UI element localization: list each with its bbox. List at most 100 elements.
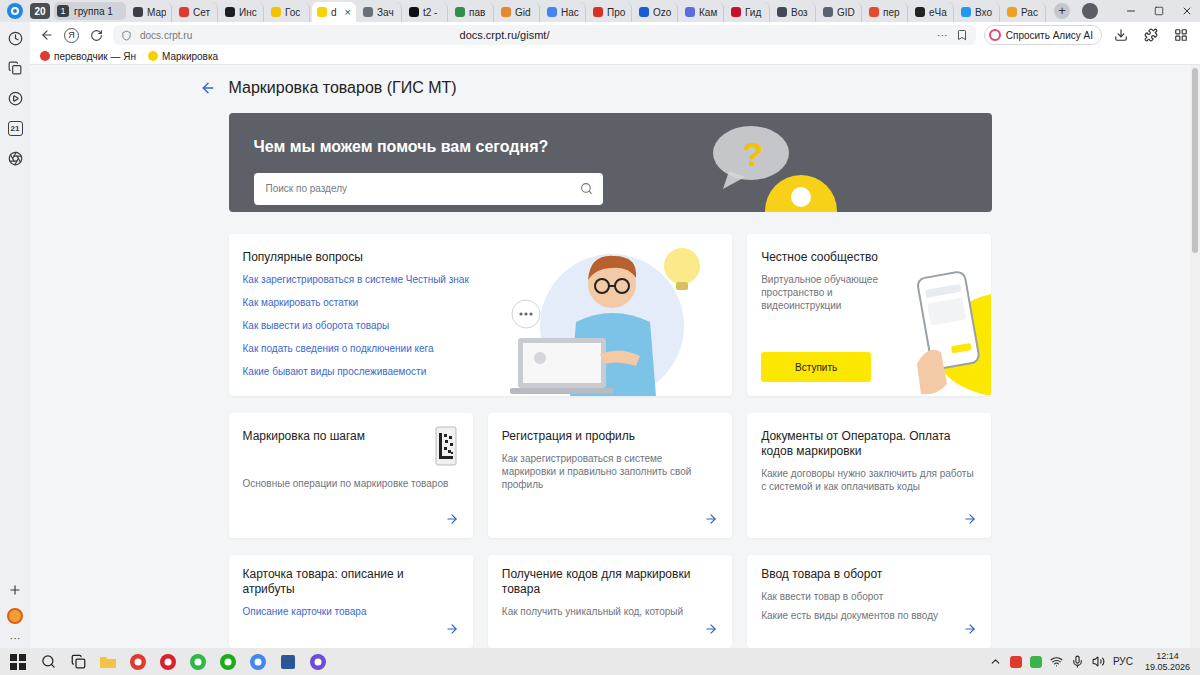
tab-group[interactable]: 1группа 1 [54,2,126,20]
taskbar-app[interactable] [98,652,118,672]
back-button[interactable] [38,26,56,44]
taskbar-app[interactable] [128,652,148,672]
yandex-button[interactable]: Я [64,28,79,43]
question-link[interactable]: Как зарегистрироваться в системе Честный… [243,273,469,286]
taskbar-app[interactable] [158,652,178,672]
open-section-button[interactable] [963,512,977,526]
scrollbar[interactable] [1190,65,1200,648]
search-input[interactable] [264,182,572,195]
browser-tab[interactable]: Гос [266,2,310,22]
bookmark-item[interactable]: Маркировка [148,51,218,62]
add-panel-button[interactable] [5,580,25,600]
address-more[interactable]: ··· [937,29,948,41]
open-section-button[interactable] [704,622,718,636]
phone-in-hand-icon [907,234,991,396]
tabs-button[interactable] [5,58,25,78]
browser-tab[interactable]: t2 - [404,2,448,22]
taskbar-app[interactable] [308,652,328,672]
history-button[interactable] [5,28,25,48]
page-back-button[interactable] [200,80,216,96]
browser-tab[interactable]: Мар [128,2,172,22]
profile-avatar-icon[interactable] [1082,3,1098,19]
browser-tab[interactable]: Воз [772,2,816,22]
downloads-button[interactable] [1110,26,1132,44]
tab-close[interactable]: × [345,6,351,18]
sidebar: 21 ··· [0,22,30,648]
browser-tab[interactable]: еЧа [910,2,954,22]
task-view-button[interactable] [68,652,88,672]
taskbar-app[interactable] [218,652,238,672]
network-icon[interactable] [1050,655,1063,668]
tray-app-icon[interactable] [1010,656,1022,668]
section-card[interactable]: Ввод товара в оборотКак ввести товар в о… [747,555,991,648]
tab-counter[interactable]: 20 [30,3,50,19]
browser-tab[interactable]: Сет [174,2,218,22]
address-field[interactable]: docs.crpt.rudocs.crpt.ru/gismt/··· [113,25,976,45]
bookmark-icon[interactable] [956,29,968,41]
word-icon [279,653,297,671]
search-icon[interactable] [580,182,593,195]
taskbar-app[interactable] [188,652,208,672]
open-section-button[interactable] [704,512,718,526]
join-button[interactable]: Вступить [761,352,871,382]
reload-button[interactable] [87,26,105,44]
maximize-button[interactable] [1146,0,1172,22]
browser-logo-icon[interactable] [6,2,24,20]
scrollbar-thumb[interactable] [1192,68,1198,253]
section-card[interactable]: Регистрация и профильКак зарегистрироват… [488,413,732,538]
question-link[interactable]: Как вывести из оборота товары [243,319,469,332]
extensions-button[interactable] [1140,26,1162,44]
clock[interactable]: 12:1419.05.2026 [1141,651,1194,673]
taskbar-app[interactable] [248,652,268,672]
browser-tab[interactable]: Gid [496,2,540,22]
tab-label: Ozo [653,7,672,18]
search-button[interactable] [38,652,58,672]
section-card[interactable]: Карточка товара: описание и атрибутыОпис… [229,555,473,648]
browser-tab[interactable]: Про [588,2,632,22]
bookmark-item[interactable]: переводчик — Ян [40,51,136,62]
section-card[interactable]: Маркировка по шагамОсновные операции по … [229,413,473,538]
section-link[interactable]: Описание карточки товара [243,605,459,618]
question-link[interactable]: Как подать сведения о подключении кега [243,342,469,355]
media-button[interactable] [5,88,25,108]
minimize-button[interactable] [1118,0,1144,22]
tray-expand-icon[interactable] [989,655,1002,668]
language-indicator[interactable]: РУС [1113,656,1133,667]
browser-tab[interactable]: Инс [220,2,264,22]
browser-tab[interactable]: Вхо [956,2,1000,22]
browser-tab[interactable]: пер [864,2,908,22]
alice-button[interactable]: Спросить Алису AI [984,25,1102,45]
start-button[interactable] [8,652,28,672]
open-section-button[interactable] [445,622,459,636]
search-box[interactable] [254,173,603,205]
open-section-button[interactable] [445,512,459,526]
camera-button[interactable] [5,148,25,168]
browser-tab[interactable]: d× [312,2,356,22]
microphone-icon[interactable] [1071,655,1084,668]
new-tab-button[interactable]: + [1054,3,1070,19]
close-window-button[interactable] [1174,0,1200,22]
section-description: Какие договоры нужно заключить для работ… [761,467,977,493]
section-card[interactable]: Получение кодов для маркировки товараКак… [488,555,732,648]
apps-button[interactable] [1170,26,1192,44]
browser-tab[interactable]: Кам [680,2,724,22]
browser-tab[interactable]: Нас [542,2,586,22]
taskbar-app[interactable] [278,652,298,672]
tab-label: пав [469,7,488,18]
browser-tab[interactable]: GID [818,2,862,22]
calendar-button[interactable]: 21 [5,118,25,138]
open-section-button[interactable] [963,622,977,636]
browser-tab[interactable]: Рас [1002,2,1046,22]
browser-tab[interactable]: Зач [358,2,402,22]
section-card[interactable]: Документы от Оператора. Оплата кодов мар… [747,413,991,538]
user-avatar-icon[interactable] [7,608,23,624]
sidebar-more[interactable]: ··· [10,632,21,644]
browser-tab[interactable]: Гид [726,2,770,22]
browser-tab[interactable]: пав [450,2,494,22]
browser-tab[interactable]: Ozo [634,2,678,22]
volume-icon[interactable] [1092,655,1105,668]
question-link[interactable]: Какие бывают виды прослеживаемости [243,365,469,378]
question-link[interactable]: Как маркировать остатки [243,296,469,309]
favicon-icon [271,7,281,17]
tray-app-icon[interactable] [1030,656,1042,668]
